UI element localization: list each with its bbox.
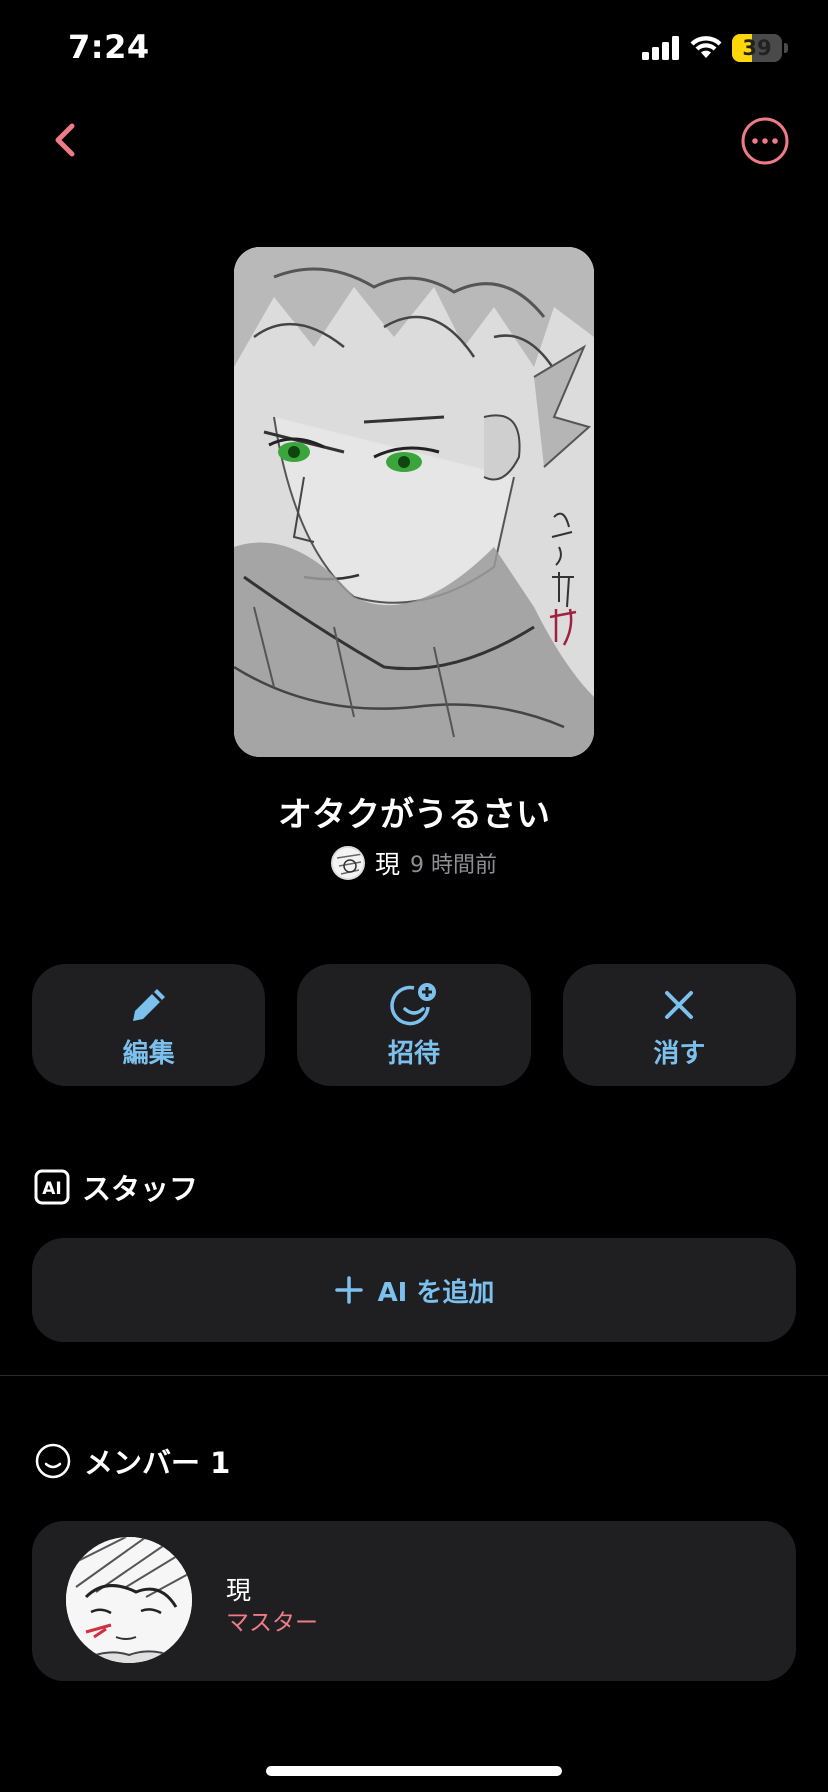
battery-level: 39	[742, 36, 772, 60]
cover-illustration	[234, 247, 594, 757]
cellular-signal-icon	[642, 36, 679, 60]
room-cover-image[interactable]	[234, 247, 594, 757]
invite-label: 招待	[387, 1038, 440, 1069]
owner-name[interactable]: 現	[375, 845, 400, 881]
status-time: 7:24	[68, 28, 150, 66]
more-button[interactable]	[740, 116, 790, 166]
status-bar: 7:24 39	[0, 0, 828, 100]
wifi-icon	[690, 36, 722, 58]
action-buttons: 編集 招待 消す	[32, 964, 796, 1086]
section-divider	[0, 1375, 828, 1376]
add-person-icon	[390, 982, 436, 1025]
plus-icon	[334, 1276, 363, 1304]
time-ago: 9 時間前	[410, 853, 497, 878]
battery-icon: 39	[732, 34, 782, 62]
delete-button[interactable]: 消す	[562, 964, 796, 1086]
status-icons: 39	[642, 34, 788, 62]
member-section-header: メンバー 1	[34, 1440, 230, 1482]
member-role: マスター	[226, 1610, 318, 1636]
battery-cap	[784, 43, 788, 53]
pencil-icon	[132, 988, 165, 1021]
ellipsis-circle-icon	[741, 117, 789, 165]
edit-button[interactable]: 編集	[32, 964, 266, 1086]
room-meta: 現 9 時間前	[0, 845, 828, 881]
svg-text:AI: AI	[42, 1179, 61, 1199]
delete-label: 消す	[653, 1038, 706, 1069]
ai-badge-icon: AI	[34, 1169, 70, 1205]
invite-button[interactable]: 招待	[297, 964, 531, 1086]
staff-section-header: AI スタッフ	[34, 1166, 198, 1208]
staff-section-title: スタッフ	[82, 1172, 199, 1206]
member-section-title: メンバー 1	[84, 1446, 231, 1480]
back-button[interactable]	[44, 118, 88, 162]
add-ai-label: AI を追加	[377, 1277, 495, 1308]
chevron-left-icon	[55, 123, 75, 157]
add-ai-button[interactable]: AI を追加	[32, 1238, 796, 1342]
member-row[interactable]: 現 マスター	[32, 1521, 796, 1681]
member-name: 現	[226, 1576, 252, 1605]
smile-icon	[35, 1443, 71, 1479]
home-indicator	[266, 1766, 562, 1776]
close-icon	[665, 990, 694, 1019]
owner-avatar[interactable]	[330, 846, 365, 880]
room-title: オタクがうるさい	[278, 795, 550, 835]
edit-label: 編集	[122, 1038, 175, 1069]
member-avatar[interactable]	[66, 1537, 192, 1663]
